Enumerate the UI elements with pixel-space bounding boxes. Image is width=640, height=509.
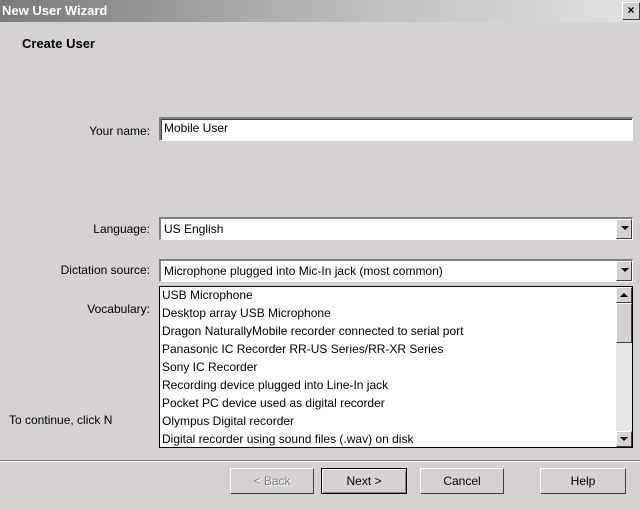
list-item[interactable]: Sony IC Recorder [162,360,257,374]
dictation-source-select[interactable]: Microphone plugged into Mic-In jack (mos… [159,259,633,282]
language-label: Language: [93,222,150,236]
chevron-down-icon[interactable] [616,219,632,239]
vocabulary-label: Vocabulary: [87,302,150,316]
dictation-value: Microphone plugged into Mic-In jack (mos… [164,264,443,278]
list-item[interactable]: Desktop array USB Microphone [162,306,331,320]
list-item[interactable]: Dragon NaturallyMobile recorder connecte… [162,324,463,338]
next-button[interactable]: Next > [321,468,407,494]
list-scrollbar[interactable] [616,287,632,447]
continue-instruction: To continue, click N [9,413,113,427]
scroll-thumb[interactable] [616,303,632,343]
chevron-down-icon[interactable] [616,261,632,281]
language-value: US English [164,222,224,236]
close-icon[interactable]: × [622,2,640,20]
list-item[interactable]: Pocket PC device used as digital recorde… [162,396,385,410]
list-item[interactable]: USB Microphone [162,288,253,302]
name-field[interactable]: Mobile User [159,117,633,141]
title-bar: New User Wizard × [0,0,640,22]
list-item[interactable]: Panasonic IC Recorder RR-US Series/RR-XR… [162,342,443,356]
list-item[interactable]: Recording device plugged into Line-In ja… [162,378,388,392]
help-button[interactable]: Help [540,468,626,494]
scroll-down-icon[interactable] [616,431,632,447]
page-title: Create User [22,36,95,51]
divider [0,460,640,462]
scroll-up-icon[interactable] [616,287,632,303]
cancel-button[interactable]: Cancel [420,468,504,494]
name-label: Your name: [89,124,150,138]
list-item[interactable]: Digital recorder using sound files (.wav… [162,432,413,446]
dictation-dropdown-list[interactable]: USB Microphone Desktop array USB Microph… [159,286,633,448]
dictation-label: Dictation source: [60,263,150,277]
window-title: New User Wizard [2,3,108,18]
back-button[interactable]: < Back [230,468,314,494]
language-select[interactable]: US English [159,217,633,240]
list-item[interactable]: Olympus Digital recorder [162,414,294,428]
